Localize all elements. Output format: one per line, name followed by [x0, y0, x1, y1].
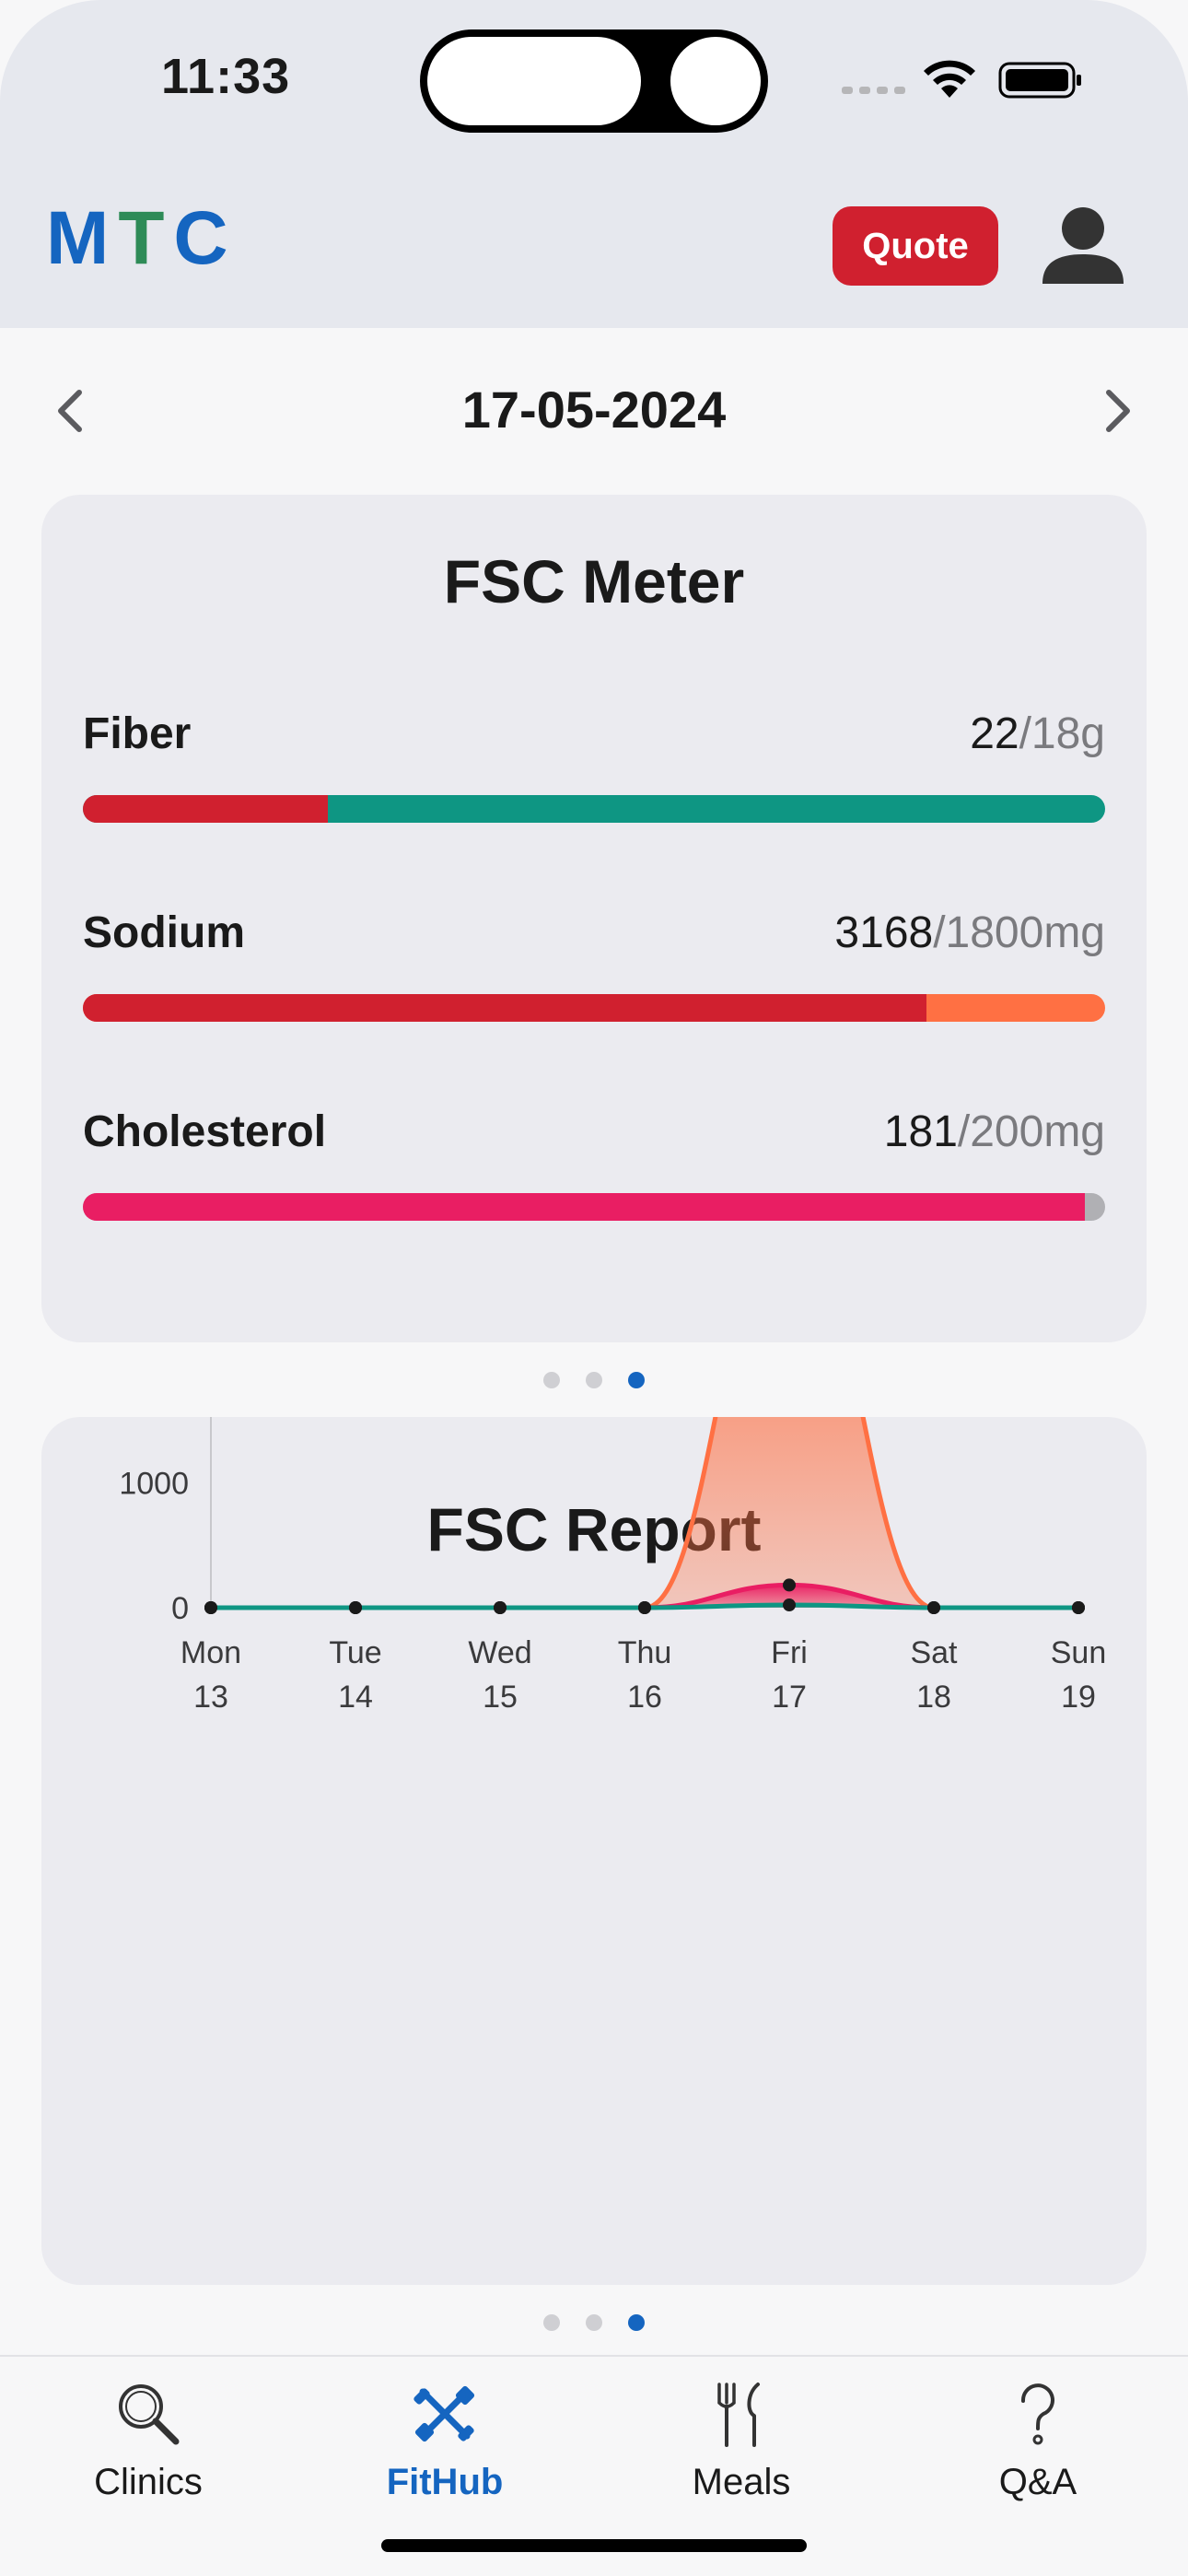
nutrient-value: 22/18g [970, 708, 1105, 759]
x-tick-sublabel: 15 [483, 1680, 518, 1715]
series-line [210, 1417, 1078, 1610]
status-time: 11:33 [161, 49, 291, 104]
nutrient-value: 3168/1800mg [834, 907, 1105, 958]
x-tick-label: Thu [618, 1635, 672, 1670]
nutrient-current: 22 [970, 709, 1019, 758]
data-point [638, 1601, 651, 1614]
wifi-icon [924, 60, 975, 98]
nutrient-value: 181/200mg [884, 1107, 1105, 1157]
tab-clinics[interactable]: Clinics [0, 2379, 297, 2503]
data-point [494, 1601, 507, 1614]
app-logo[interactable]: MTC [46, 201, 238, 276]
y-tick-label: 0 [171, 1591, 189, 1626]
data-point [783, 1578, 796, 1592]
nutrient-current: 3168 [834, 908, 934, 957]
x-tick-label: Sun [1051, 1635, 1107, 1670]
nutrient-target: /1800mg [933, 908, 1105, 957]
x-tick-label: Sat [910, 1635, 958, 1670]
x-tick-label: Fri [771, 1635, 808, 1670]
pager-dot[interactable] [586, 1372, 602, 1388]
pager-dot[interactable] [628, 2314, 645, 2331]
cellular-signal-icon [842, 87, 906, 94]
nutrient-target: /18g [1019, 709, 1105, 758]
y-tick-label: 1000 [119, 1466, 189, 1501]
logo-letter-t: T [118, 196, 174, 280]
fsc-meter-card[interactable]: FSC Meter Fiber 22/18g Sodium 3168/1800m… [41, 495, 1147, 1342]
series-area [211, 1417, 1078, 1608]
tab-label: Clinics [94, 2462, 203, 2502]
pager-dot[interactable] [628, 1372, 645, 1388]
tab-label: Q&A [998, 2462, 1077, 2502]
tab-label: Meals [692, 2462, 791, 2502]
report-pager[interactable] [0, 2314, 1188, 2333]
tab-label: FitHub [386, 2462, 504, 2502]
x-tick-sublabel: 13 [193, 1680, 228, 1715]
x-tick-sublabel: 18 [916, 1680, 951, 1715]
progress-bar [83, 1193, 1105, 1221]
data-point [927, 1601, 940, 1614]
x-tick-sublabel: 16 [627, 1680, 662, 1715]
tab-meals[interactable]: Meals [593, 2379, 890, 2503]
data-point [783, 1598, 796, 1612]
data-point [349, 1601, 362, 1614]
x-tick-label: Tue [329, 1635, 381, 1670]
fsc-report-chart: 01000200030004000Mon13Tue14Wed15Thu16Fri… [119, 1417, 1107, 1715]
question-icon [1020, 2383, 1054, 2445]
pager-dot[interactable] [586, 2314, 602, 2331]
nutrient-target: /200mg [957, 1107, 1105, 1156]
app-screen: 11:33 MTC Quote 17-05-2024 FSC Meter Fib… [0, 0, 1188, 2576]
meter-pager[interactable] [0, 1372, 1188, 1390]
pager-dot[interactable] [543, 2314, 560, 2331]
battery-icon [998, 62, 1081, 99]
x-tick-sublabel: 17 [772, 1680, 807, 1715]
tab-qa[interactable]: Q&A [890, 2379, 1186, 2503]
fitness-tools-icon [413, 2385, 475, 2442]
pager-dot[interactable] [543, 1372, 560, 1388]
current-date: 17-05-2024 [461, 381, 727, 439]
profile-avatar-icon[interactable] [1039, 205, 1127, 286]
progress-bar [83, 795, 1105, 823]
data-point [1072, 1601, 1085, 1614]
logo-letter-c: C [173, 196, 238, 280]
island-pill [427, 37, 641, 125]
progress-bar [83, 994, 1105, 1022]
nutrient-current: 181 [883, 1107, 958, 1156]
x-tick-label: Mon [181, 1635, 241, 1670]
progress-fill [83, 1193, 1085, 1221]
x-tick-sublabel: 19 [1061, 1680, 1096, 1715]
progress-fill [83, 795, 329, 823]
dynamic-island [420, 29, 768, 133]
search-icon [119, 2384, 180, 2445]
fsc-report-card[interactable]: FSC Report 01000200030004000Mon13Tue14We… [41, 1417, 1147, 2285]
x-tick-label: Wed [468, 1635, 531, 1670]
tab-fithub[interactable]: FitHub [297, 2379, 593, 2503]
chevron-right-icon[interactable] [1096, 380, 1142, 442]
nutrient-name: Fiber [83, 709, 192, 758]
logo-letter-m: M [46, 196, 119, 280]
top-header: 11:33 MTC Quote [0, 0, 1188, 328]
data-point [204, 1601, 217, 1614]
nutrient-name: Sodium [83, 908, 245, 957]
nutrient-name: Cholesterol [83, 1107, 327, 1156]
fsc-meter-title: FSC Meter [443, 547, 745, 615]
quote-button[interactable]: Quote [833, 206, 998, 286]
island-dot [670, 37, 761, 125]
x-tick-sublabel: 14 [338, 1680, 373, 1715]
cutlery-icon [717, 2383, 760, 2447]
home-indicator[interactable] [381, 2539, 807, 2552]
progress-fill [83, 994, 926, 1022]
